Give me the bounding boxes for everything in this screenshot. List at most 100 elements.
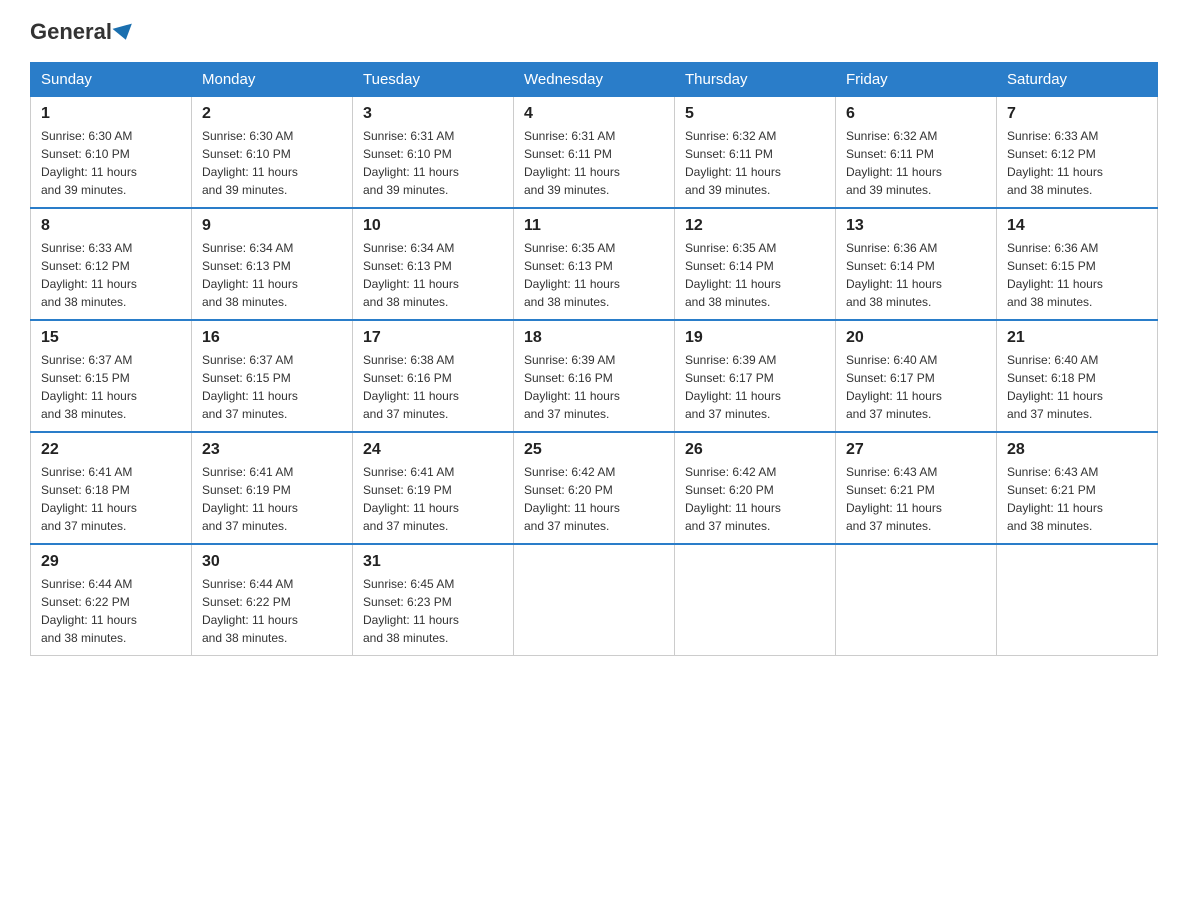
sun-info: Sunrise: 6:30 AMSunset: 6:10 PMDaylight:… xyxy=(41,127,181,199)
calendar-cell: 30Sunrise: 6:44 AMSunset: 6:22 PMDayligh… xyxy=(192,544,353,656)
day-number: 19 xyxy=(685,329,825,347)
sun-info: Sunrise: 6:32 AMSunset: 6:11 PMDaylight:… xyxy=(846,127,986,199)
sun-info: Sunrise: 6:41 AMSunset: 6:19 PMDaylight:… xyxy=(202,463,342,535)
logo: General xyxy=(30,20,134,44)
sun-info: Sunrise: 6:37 AMSunset: 6:15 PMDaylight:… xyxy=(202,351,342,423)
day-number: 1 xyxy=(41,105,181,123)
calendar-body: 1 Sunrise: 6:30 AMSunset: 6:10 PMDaylight… xyxy=(31,97,1158,656)
day-number: 3 xyxy=(363,105,503,123)
day-number: 11 xyxy=(524,217,664,235)
calendar-cell: 2 Sunrise: 6:30 AMSunset: 6:10 PMDaylight… xyxy=(192,97,353,209)
sun-info: Sunrise: 6:43 AMSunset: 6:21 PMDaylight:… xyxy=(1007,463,1147,535)
column-header-sunday: Sunday xyxy=(31,63,192,97)
column-header-saturday: Saturday xyxy=(997,63,1158,97)
logo-triangle-icon xyxy=(112,24,135,43)
calendar-cell: 28 Sunrise: 6:43 AMSunset: 6:21 PMDayligh… xyxy=(997,432,1158,544)
day-number: 15 xyxy=(41,329,181,347)
logo-area: General xyxy=(30,20,134,44)
calendar-cell: 7 Sunrise: 6:33 AMSunset: 6:12 PMDaylight… xyxy=(997,97,1158,209)
calendar-cell: 26 Sunrise: 6:42 AMSunset: 6:20 PMDayligh… xyxy=(675,432,836,544)
calendar-cell: 5 Sunrise: 6:32 AMSunset: 6:11 PMDaylight… xyxy=(675,97,836,209)
calendar-cell: 9Sunrise: 6:34 AMSunset: 6:13 PMDaylight… xyxy=(192,208,353,320)
calendar-cell: 10 Sunrise: 6:34 AMSunset: 6:13 PMDayligh… xyxy=(353,208,514,320)
day-number: 12 xyxy=(685,217,825,235)
week-row-2: 8 Sunrise: 6:33 AMSunset: 6:12 PMDaylight… xyxy=(31,208,1158,320)
week-row-3: 15 Sunrise: 6:37 AMSunset: 6:15 PMDayligh… xyxy=(31,320,1158,432)
calendar-cell: 13 Sunrise: 6:36 AMSunset: 6:14 PMDayligh… xyxy=(836,208,997,320)
sun-info: Sunrise: 6:31 AMSunset: 6:10 PMDaylight:… xyxy=(363,127,503,199)
calendar-cell: 29Sunrise: 6:44 AMSunset: 6:22 PMDayligh… xyxy=(31,544,192,656)
sun-info: Sunrise: 6:37 AMSunset: 6:15 PMDaylight:… xyxy=(41,351,181,423)
column-header-thursday: Thursday xyxy=(675,63,836,97)
week-row-1: 1 Sunrise: 6:30 AMSunset: 6:10 PMDaylight… xyxy=(31,97,1158,209)
day-number: 26 xyxy=(685,441,825,459)
calendar-cell: 11 Sunrise: 6:35 AMSunset: 6:13 PMDayligh… xyxy=(514,208,675,320)
calendar-cell xyxy=(675,544,836,656)
day-number: 6 xyxy=(846,105,986,123)
sun-info: Sunrise: 6:42 AMSunset: 6:20 PMDaylight:… xyxy=(685,463,825,535)
calendar-cell: 1 Sunrise: 6:30 AMSunset: 6:10 PMDaylight… xyxy=(31,97,192,209)
sun-info: Sunrise: 6:42 AMSunset: 6:20 PMDaylight:… xyxy=(524,463,664,535)
sun-info: Sunrise: 6:38 AMSunset: 6:16 PMDaylight:… xyxy=(363,351,503,423)
calendar-cell: 6 Sunrise: 6:32 AMSunset: 6:11 PMDaylight… xyxy=(836,97,997,209)
calendar-cell xyxy=(514,544,675,656)
sun-info: Sunrise: 6:33 AMSunset: 6:12 PMDaylight:… xyxy=(41,239,181,311)
sun-info: Sunrise: 6:34 AMSunset: 6:13 PMDaylight:… xyxy=(202,239,342,311)
sun-info: Sunrise: 6:30 AMSunset: 6:10 PMDaylight:… xyxy=(202,127,342,199)
calendar-cell: 20 Sunrise: 6:40 AMSunset: 6:17 PMDayligh… xyxy=(836,320,997,432)
day-number: 8 xyxy=(41,217,181,235)
column-header-wednesday: Wednesday xyxy=(514,63,675,97)
day-number: 4 xyxy=(524,105,664,123)
calendar-cell: 25 Sunrise: 6:42 AMSunset: 6:20 PMDayligh… xyxy=(514,432,675,544)
column-header-tuesday: Tuesday xyxy=(353,63,514,97)
sun-info: Sunrise: 6:33 AMSunset: 6:12 PMDaylight:… xyxy=(1007,127,1147,199)
calendar-cell: 15 Sunrise: 6:37 AMSunset: 6:15 PMDayligh… xyxy=(31,320,192,432)
calendar-cell: 22 Sunrise: 6:41 AMSunset: 6:18 PMDayligh… xyxy=(31,432,192,544)
header-row: SundayMondayTuesdayWednesdayThursdayFrid… xyxy=(31,63,1158,97)
day-number: 28 xyxy=(1007,441,1147,459)
day-number: 25 xyxy=(524,441,664,459)
calendar-table: SundayMondayTuesdayWednesdayThursdayFrid… xyxy=(30,62,1158,656)
sun-info: Sunrise: 6:39 AMSunset: 6:17 PMDaylight:… xyxy=(685,351,825,423)
calendar-cell: 16 Sunrise: 6:37 AMSunset: 6:15 PMDayligh… xyxy=(192,320,353,432)
week-row-5: 29 Sunrise: 6:44 AMSunset: 6:22 PMDayligh… xyxy=(31,544,1158,656)
calendar-cell: 18Sunrise: 6:39 AMSunset: 6:16 PMDayligh… xyxy=(514,320,675,432)
sun-info: Sunrise: 6:32 AMSunset: 6:11 PMDaylight:… xyxy=(685,127,825,199)
sun-info: Sunrise: 6:41 AMSunset: 6:18 PMDaylight:… xyxy=(41,463,181,535)
day-number: 10 xyxy=(363,217,503,235)
calendar-cell: 31Sunrise: 6:45 AMSunset: 6:23 PMDayligh… xyxy=(353,544,514,656)
calendar-cell xyxy=(997,544,1158,656)
day-number: 16 xyxy=(202,329,342,347)
day-number: 5 xyxy=(685,105,825,123)
day-number: 7 xyxy=(1007,105,1147,123)
day-number: 21 xyxy=(1007,329,1147,347)
sun-info: Sunrise: 6:36 AMSunset: 6:14 PMDaylight:… xyxy=(846,239,986,311)
day-number: 27 xyxy=(846,441,986,459)
calendar-header: SundayMondayTuesdayWednesdayThursdayFrid… xyxy=(31,63,1158,97)
day-number: 31 xyxy=(363,553,503,571)
calendar-cell: 8 Sunrise: 6:33 AMSunset: 6:12 PMDaylight… xyxy=(31,208,192,320)
day-number: 14 xyxy=(1007,217,1147,235)
calendar-cell: 4 Sunrise: 6:31 AMSunset: 6:11 PMDaylight… xyxy=(514,97,675,209)
sun-info: Sunrise: 6:31 AMSunset: 6:11 PMDaylight:… xyxy=(524,127,664,199)
sun-info: Sunrise: 6:44 AMSunset: 6:22 PMDaylight:… xyxy=(202,575,342,647)
calendar-cell: 23Sunrise: 6:41 AMSunset: 6:19 PMDayligh… xyxy=(192,432,353,544)
day-number: 17 xyxy=(363,329,503,347)
calendar-cell: 14Sunrise: 6:36 AMSunset: 6:15 PMDayligh… xyxy=(997,208,1158,320)
day-number: 18 xyxy=(524,329,664,347)
day-number: 2 xyxy=(202,105,342,123)
calendar-cell: 17 Sunrise: 6:38 AMSunset: 6:16 PMDayligh… xyxy=(353,320,514,432)
calendar-cell: 27Sunrise: 6:43 AMSunset: 6:21 PMDayligh… xyxy=(836,432,997,544)
day-number: 22 xyxy=(41,441,181,459)
day-number: 29 xyxy=(41,553,181,571)
column-header-friday: Friday xyxy=(836,63,997,97)
calendar-cell: 21 Sunrise: 6:40 AMSunset: 6:18 PMDayligh… xyxy=(997,320,1158,432)
day-number: 20 xyxy=(846,329,986,347)
sun-info: Sunrise: 6:34 AMSunset: 6:13 PMDaylight:… xyxy=(363,239,503,311)
day-number: 13 xyxy=(846,217,986,235)
sun-info: Sunrise: 6:35 AMSunset: 6:13 PMDaylight:… xyxy=(524,239,664,311)
logo-general: General xyxy=(30,19,112,44)
sun-info: Sunrise: 6:40 AMSunset: 6:17 PMDaylight:… xyxy=(846,351,986,423)
sun-info: Sunrise: 6:40 AMSunset: 6:18 PMDaylight:… xyxy=(1007,351,1147,423)
column-header-monday: Monday xyxy=(192,63,353,97)
